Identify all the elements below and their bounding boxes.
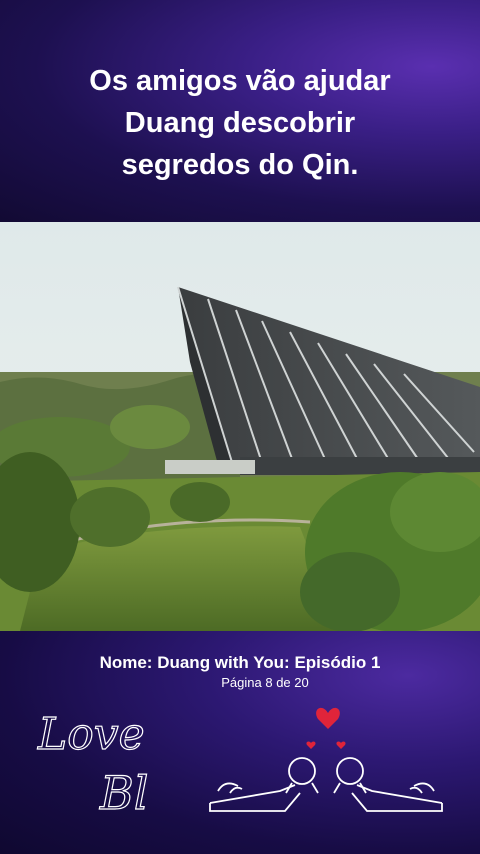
couple-lying-illustration (209, 757, 443, 812)
header-banner: Os amigos vão ajudar Duang descobrir seg… (0, 0, 480, 222)
headline: Os amigos vão ajudar Duang descobrir seg… (20, 60, 460, 186)
heart-icon (316, 707, 340, 729)
headline-line-3: segredos do Qin. (121, 149, 359, 181)
small-heart-icon (306, 741, 316, 749)
episode-name: Nome: Duang with You: Episódio 1 (99, 653, 381, 672)
building-photo (0, 222, 480, 631)
small-heart-icon (336, 741, 346, 749)
logo-text-love: Love (37, 709, 145, 760)
headline-line-1: Os amigos vão ajudar (89, 65, 391, 97)
logo-text-bl: Bl (99, 766, 149, 820)
footer-banner: Nome: Duang with You: Episódio 1 Página … (0, 631, 480, 854)
aerial-landscape-image (0, 222, 480, 631)
headline-line-2: Duang descobrir (124, 107, 356, 139)
love-bl-logo: Love Bl (36, 707, 443, 821)
